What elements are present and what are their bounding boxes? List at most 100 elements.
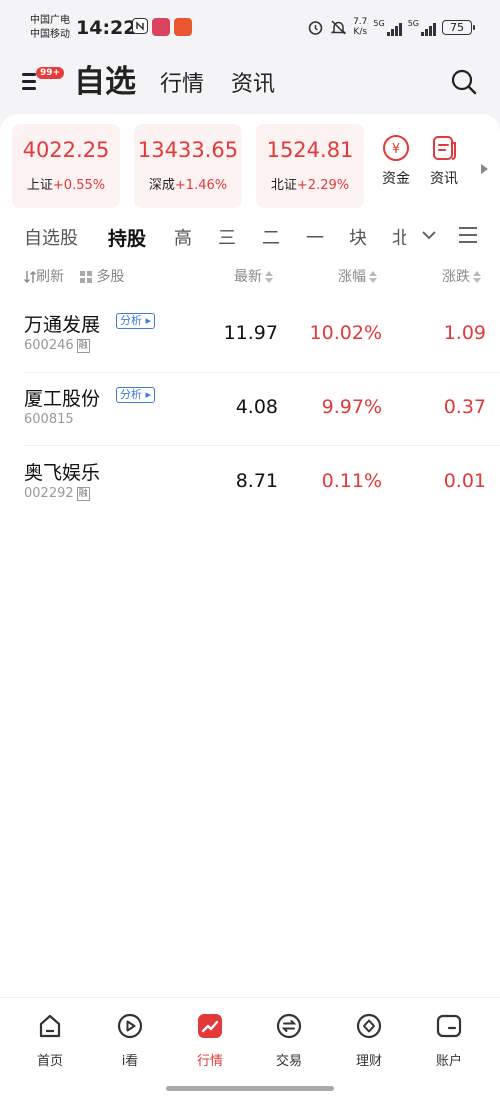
stock-pct-change: 9.97%: [321, 396, 382, 418]
index-value: 4022.25: [22, 138, 110, 162]
stock-row[interactable]: 万通发展 分析 ▸ 600246 融 11.97 10.02% 1.09: [24, 302, 486, 372]
nav-trade[interactable]: 交易: [259, 1012, 319, 1069]
sort-pct-change[interactable]: 涨幅: [338, 266, 377, 286]
filter-tab-high[interactable]: 高: [174, 224, 192, 250]
filter-tab-three[interactable]: 三: [218, 224, 236, 250]
sort-latest[interactable]: 最新: [234, 266, 273, 286]
row-divider: [24, 445, 500, 446]
news-link[interactable]: 资讯: [424, 134, 464, 188]
menu-badge: 99+: [36, 67, 65, 79]
play-icon: [117, 1013, 143, 1039]
tab-news[interactable]: 资讯: [231, 66, 275, 98]
index-value: 1524.81: [266, 138, 354, 162]
market-chart-icon: [198, 1014, 222, 1038]
top-header: 99+ 自选 行情 资讯: [0, 58, 500, 114]
stock-row[interactable]: 奥飞娱乐 002292 融 8.71 0.11% 0.01: [24, 450, 486, 520]
carrier-2: 中国移动: [30, 29, 70, 40]
capital-flow-link[interactable]: ¥ 资金: [376, 134, 416, 188]
index-label: 深成+1.46%: [148, 178, 228, 193]
stock-row[interactable]: 厦工股份 分析 ▸ 600815 4.08 9.97% 0.37: [24, 376, 486, 446]
analysis-tag[interactable]: 分析 ▸: [116, 387, 156, 403]
nfc-icon: [132, 18, 148, 34]
grid-icon: [80, 271, 92, 283]
margin-badge: 融: [76, 338, 90, 353]
index-card-shanghai[interactable]: 4022.25 上证+0.55%: [12, 124, 120, 208]
index-card-beijing[interactable]: 1524.81 北证+2.29%: [256, 124, 364, 208]
stock-change: 1.09: [443, 322, 486, 344]
sort-icon: [369, 271, 377, 283]
alarm-icon: [308, 20, 323, 35]
filter-tab-two[interactable]: 二: [262, 224, 280, 250]
notification-icons: [132, 18, 192, 36]
signal-2: 5G: [408, 19, 436, 36]
filter-tab-one[interactable]: 一: [306, 224, 324, 250]
refresh-button[interactable]: 刷新: [24, 266, 64, 286]
margin-badge: 融: [76, 486, 90, 501]
index-card-shenzhen[interactable]: 13433.65 深成+1.46%: [134, 124, 242, 208]
status-bar: 中国广电 中国移动 14:22 7.7 K/s 5G 5G 75: [0, 0, 500, 58]
stock-name: 万通发展: [24, 314, 101, 336]
account-icon: [436, 1014, 462, 1038]
mute-bell-icon: [330, 19, 347, 35]
stock-code: 600246 融: [24, 338, 90, 353]
stock-name: 奥飞娱乐: [24, 462, 101, 484]
index-label: 上证+0.55%: [26, 178, 106, 193]
clock: 14:22: [76, 17, 137, 39]
stock-code: 600815: [24, 412, 74, 427]
svg-text:¥: ¥: [392, 142, 400, 157]
gesture-bar[interactable]: [166, 1086, 334, 1091]
nav-market[interactable]: 行情: [180, 1012, 240, 1069]
play-triangle-icon: ▸: [145, 388, 152, 401]
nav-watch[interactable]: i看: [100, 1012, 160, 1069]
refresh-sort-icon: [24, 271, 36, 283]
main-card: 4022.25 上证+0.55% 13433.65 深成+1.46% 1524.…: [0, 114, 500, 1103]
multi-stock-button[interactable]: 多股: [80, 266, 124, 286]
search-icon[interactable]: [450, 68, 478, 96]
sort-change[interactable]: 涨跌: [442, 266, 481, 286]
nav-account[interactable]: 账户: [419, 1012, 479, 1069]
stock-pct-change: 0.11%: [321, 470, 382, 492]
sort-icon: [265, 271, 273, 283]
battery-icon: 75: [442, 19, 475, 35]
filter-tabs: 自选股 持股 高 三 二 一 块 北: [24, 224, 500, 254]
stock-change: 0.37: [443, 396, 486, 418]
list-menu-icon[interactable]: [458, 226, 478, 248]
trade-icon: [276, 1013, 302, 1039]
chevron-down-icon[interactable]: [420, 226, 438, 248]
yuan-circle-icon: ¥: [383, 135, 409, 161]
home-icon: [39, 1014, 61, 1038]
index-value: 13433.65: [137, 138, 239, 162]
net-speed: 7.7 K/s: [353, 17, 368, 37]
signal-bars-icon: [421, 22, 436, 36]
nav-home[interactable]: 首页: [20, 1012, 80, 1069]
filter-tab-holdings[interactable]: 持股: [108, 224, 146, 251]
stock-change: 0.01: [443, 470, 486, 492]
chevron-right-icon[interactable]: [481, 164, 488, 174]
sort-icon: [473, 271, 481, 283]
play-triangle-icon: ▸: [145, 314, 152, 327]
system-status: 7.7 K/s 5G 5G 75: [307, 17, 475, 37]
app-notification-icon: [152, 18, 170, 36]
carrier-1: 中国广电: [30, 15, 70, 26]
bottom-nav: 首页 i看 行情 交易 理财 账户: [0, 997, 500, 1103]
analysis-tag[interactable]: 分析 ▸: [116, 313, 156, 329]
stock-name: 厦工股份: [24, 388, 101, 410]
filter-tab-north[interactable]: 北: [392, 224, 406, 250]
filter-tab-block[interactable]: 块: [349, 224, 367, 250]
tab-market[interactable]: 行情: [160, 66, 204, 98]
nav-wealth[interactable]: 理财: [339, 1012, 399, 1069]
carrier-info: 中国广电 中国移动: [30, 14, 70, 42]
stock-pct-change: 10.02%: [309, 322, 382, 344]
index-label: 北证+2.29%: [270, 178, 350, 193]
wealth-icon: [356, 1013, 382, 1039]
news-doc-icon: [433, 136, 456, 160]
index-strip: 4022.25 上证+0.55% 13433.65 深成+1.46% 1524.…: [12, 124, 500, 208]
signal-bars-icon: [386, 22, 402, 36]
signal-1: 5G: [373, 19, 402, 36]
filter-tab-watchlist[interactable]: 自选股: [24, 224, 78, 250]
column-header: 刷新 多股 最新 涨幅 涨跌: [24, 266, 486, 288]
stock-price: 8.71: [235, 470, 278, 492]
tab-watchlist[interactable]: 自选: [74, 56, 136, 101]
bank-app-icon: [174, 18, 192, 36]
stock-code: 002292 融: [24, 486, 90, 501]
